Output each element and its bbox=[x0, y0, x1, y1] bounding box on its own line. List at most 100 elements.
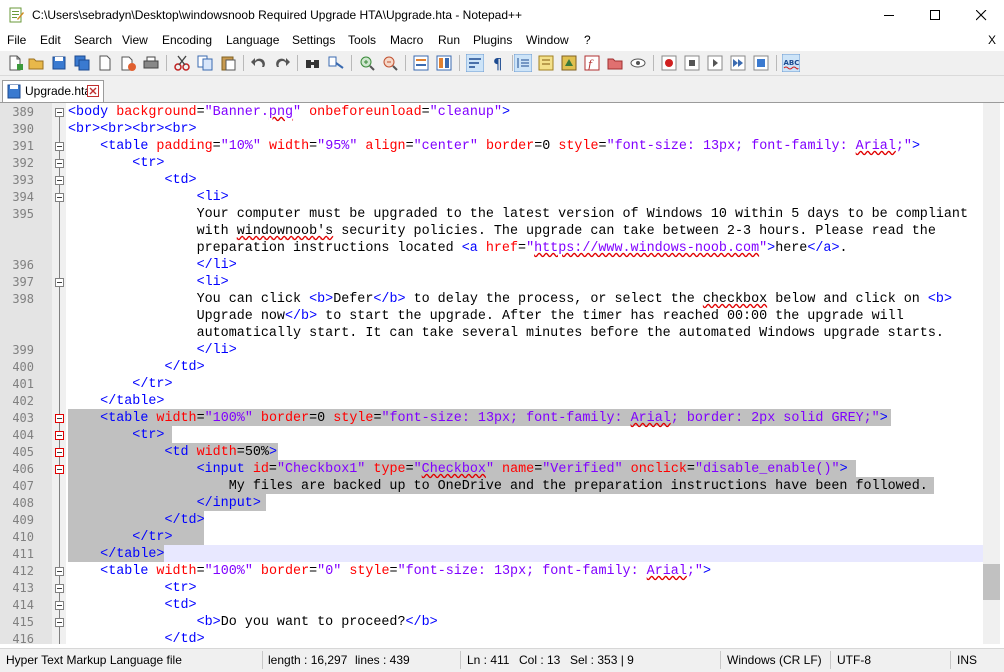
monitoring-icon[interactable] bbox=[629, 54, 647, 72]
code-token: <tr> bbox=[132, 156, 165, 171]
undo-icon[interactable] bbox=[250, 54, 268, 72]
fold-toggle[interactable] bbox=[55, 431, 64, 440]
menu-file[interactable]: File bbox=[7, 33, 26, 47]
fold-toggle[interactable] bbox=[55, 414, 64, 423]
fold-toggle[interactable] bbox=[55, 465, 64, 474]
code-token: https://www.windows-noob.com bbox=[534, 241, 760, 256]
code-token: <b> bbox=[196, 615, 221, 630]
zoom-out-icon[interactable] bbox=[381, 54, 399, 72]
tab-upgrade-hta[interactable]: Upgrade.hta bbox=[2, 80, 104, 102]
fold-toggle[interactable] bbox=[55, 176, 64, 185]
user-lang-icon[interactable] bbox=[537, 54, 555, 72]
open-file-icon[interactable] bbox=[27, 54, 45, 72]
close-all-icon[interactable] bbox=[119, 54, 137, 72]
stop-macro-icon[interactable] bbox=[683, 54, 701, 72]
code-token: ;" bbox=[686, 564, 703, 579]
fold-toggle[interactable] bbox=[55, 278, 64, 287]
menu-settings[interactable]: Settings bbox=[292, 33, 335, 47]
line-number: 390 bbox=[12, 122, 34, 136]
sync-horizontal-icon[interactable] bbox=[435, 54, 453, 72]
fold-toggle[interactable] bbox=[55, 567, 64, 576]
fold-toggle[interactable] bbox=[55, 142, 64, 151]
code-token: = bbox=[405, 462, 414, 477]
paste-icon[interactable] bbox=[219, 54, 237, 72]
toolbar-separator bbox=[653, 55, 654, 71]
svg-text:¶: ¶ bbox=[493, 55, 503, 72]
folder-workspace-icon[interactable] bbox=[606, 54, 624, 72]
code-token: border bbox=[260, 411, 310, 426]
code-line: <tr> bbox=[68, 427, 164, 444]
fold-toggle[interactable] bbox=[55, 448, 64, 457]
redo-icon[interactable] bbox=[273, 54, 291, 72]
spell-check-icon[interactable]: ABC bbox=[782, 54, 800, 72]
minimize-button[interactable] bbox=[866, 0, 912, 31]
function-list-icon[interactable]: f bbox=[583, 54, 601, 72]
menu-tools[interactable]: Tools bbox=[348, 33, 376, 47]
sync-vertical-icon[interactable] bbox=[412, 54, 430, 72]
code-editor[interactable]: 389 390 391 392 393 394 395 396 397 398 … bbox=[0, 103, 983, 644]
code-line: <td> bbox=[68, 597, 196, 614]
save-all-icon[interactable] bbox=[73, 54, 91, 72]
line-number: 391 bbox=[12, 139, 34, 153]
tab-close-icon[interactable] bbox=[87, 85, 99, 97]
code-token: width bbox=[156, 411, 197, 426]
menu-plugins[interactable]: Plugins bbox=[473, 33, 512, 47]
save-macro-icon[interactable] bbox=[752, 54, 770, 72]
fold-toggle[interactable] bbox=[55, 584, 64, 593]
code-token: style bbox=[349, 564, 390, 579]
fold-toggle[interactable] bbox=[55, 159, 64, 168]
code-token: name bbox=[502, 462, 535, 477]
save-icon[interactable] bbox=[50, 54, 68, 72]
code-token: onbeforeunload bbox=[309, 105, 422, 120]
menu-search[interactable]: Search bbox=[74, 33, 112, 47]
menu-window[interactable]: Window bbox=[526, 33, 569, 47]
close-document-button[interactable]: X bbox=[988, 33, 996, 47]
code-line: <tr> bbox=[68, 155, 164, 172]
code-token: <li> bbox=[196, 190, 229, 205]
print-icon[interactable] bbox=[142, 54, 160, 72]
indent-guide-icon[interactable] bbox=[514, 54, 532, 72]
status-encoding: UTF-8 bbox=[837, 653, 871, 667]
new-file-icon[interactable] bbox=[6, 54, 24, 72]
copy-icon[interactable] bbox=[196, 54, 214, 72]
line-number: 415 bbox=[12, 615, 34, 629]
show-all-chars-icon[interactable]: ¶ bbox=[489, 54, 507, 72]
find-icon[interactable] bbox=[304, 54, 322, 72]
scrollbar-thumb[interactable] bbox=[983, 564, 1000, 600]
fold-toggle[interactable] bbox=[55, 618, 64, 627]
run-macro-multiple-icon[interactable] bbox=[729, 54, 747, 72]
zoom-in-icon[interactable] bbox=[358, 54, 376, 72]
toolbar-separator bbox=[512, 55, 513, 71]
toolbar-separator bbox=[776, 55, 777, 71]
code-line: <td width=50%> bbox=[68, 444, 277, 461]
fold-toggle[interactable] bbox=[55, 193, 64, 202]
close-file-icon[interactable] bbox=[96, 54, 114, 72]
record-macro-icon[interactable] bbox=[660, 54, 678, 72]
menu-encoding[interactable]: Encoding bbox=[162, 33, 212, 47]
menu-macro[interactable]: Macro bbox=[390, 33, 423, 47]
code-token: "font-size: 13px; font-family: bbox=[397, 564, 647, 579]
fold-toggle[interactable] bbox=[55, 601, 64, 610]
status-length: length : 16,297 bbox=[268, 653, 348, 667]
doc-map-icon[interactable] bbox=[560, 54, 578, 72]
menu-view[interactable]: View bbox=[122, 33, 148, 47]
line-number: 405 bbox=[12, 445, 34, 459]
menu-help[interactable]: ? bbox=[584, 33, 591, 47]
word-wrap-icon[interactable] bbox=[466, 54, 484, 72]
vertical-scrollbar[interactable] bbox=[983, 103, 1000, 644]
code-line: Upgrade now</b> to start the upgrade. Af… bbox=[68, 308, 904, 325]
close-window-button[interactable] bbox=[958, 0, 1004, 31]
play-macro-icon[interactable] bbox=[706, 54, 724, 72]
close-icon bbox=[976, 10, 987, 21]
code-line: </input> bbox=[68, 495, 261, 512]
line-number: 404 bbox=[12, 428, 34, 442]
menu-language[interactable]: Language bbox=[226, 33, 279, 47]
replace-icon[interactable] bbox=[327, 54, 345, 72]
fold-toggle[interactable] bbox=[55, 108, 64, 117]
cut-icon[interactable] bbox=[173, 54, 191, 72]
menu-run[interactable]: Run bbox=[438, 33, 460, 47]
menu-edit[interactable]: Edit bbox=[40, 33, 61, 47]
maximize-button[interactable] bbox=[912, 0, 958, 31]
